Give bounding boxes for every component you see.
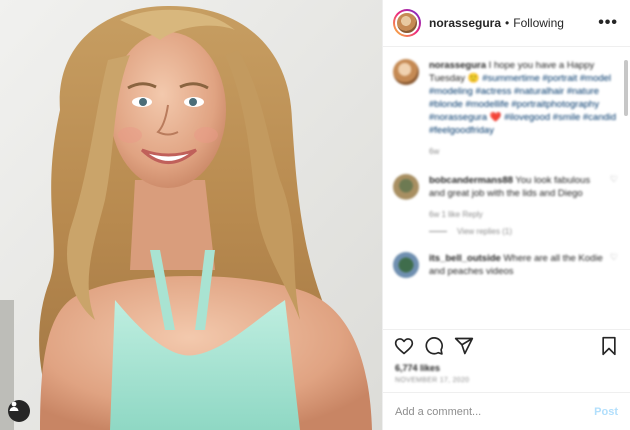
comment-item: its_bell_outside Where are all the Kodie… — [393, 252, 618, 278]
following-button[interactable]: Following — [513, 16, 564, 30]
author-username[interactable]: norassegura — [429, 16, 501, 30]
post-header: norassegura • Following ••• — [383, 0, 630, 47]
comment-item: bobcandermans88 You look fabulous and gr… — [393, 174, 618, 219]
caption-text: norassegura I hope you have a Happy Tues… — [429, 59, 618, 137]
comment-input[interactable] — [395, 405, 595, 418]
portrait-image — [0, 0, 382, 430]
user-tag-icon[interactable] — [8, 400, 30, 422]
comment-icon[interactable] — [423, 335, 445, 357]
commenter-avatar[interactable] — [393, 252, 419, 278]
commenter-username[interactable]: its_bell_outside — [429, 253, 501, 264]
comments-list: norassegura I hope you have a Happy Tues… — [383, 47, 630, 329]
comments-scrollbar[interactable] — [624, 60, 628, 116]
comment-meta: 6w 1 like Reply — [429, 210, 483, 219]
comment-like-heart-icon[interactable]: ♡ — [604, 174, 618, 219]
bookmark-icon[interactable] — [598, 335, 620, 357]
caption-time: 6w — [429, 147, 440, 156]
comment-text: bobcandermans88 You look fabulous and gr… — [429, 174, 604, 200]
replies-divider — [429, 231, 447, 232]
likes-count[interactable]: 6,774 likes — [383, 361, 630, 373]
view-replies-link[interactable]: View replies (1) — [429, 227, 618, 236]
post-date[interactable]: NOVEMBER 17, 2020 — [383, 373, 630, 392]
comment-text: its_bell_outside Where are all the Kodie… — [429, 252, 604, 278]
more-options-icon[interactable]: ••• — [598, 14, 618, 32]
caption-username[interactable]: norassegura — [429, 60, 486, 71]
commenter-username[interactable]: bobcandermans88 — [429, 175, 513, 186]
caption-comment: norassegura I hope you have a Happy Tues… — [393, 59, 618, 156]
post-photo[interactable] — [0, 0, 382, 430]
caption-avatar[interactable] — [393, 59, 419, 85]
add-comment-bar: Post — [383, 392, 630, 430]
action-bar — [383, 329, 630, 361]
post-comment-button[interactable]: Post — [594, 406, 618, 418]
header-separator: • — [505, 16, 510, 30]
author-avatar[interactable] — [393, 9, 421, 37]
comment-like-heart-icon[interactable]: ♡ — [604, 252, 618, 278]
send-icon[interactable] — [453, 335, 475, 357]
post-side-panel: norassegura • Following ••• norassegura … — [382, 0, 630, 430]
heart-icon[interactable] — [393, 335, 415, 357]
instagram-post: norassegura • Following ••• norassegura … — [0, 0, 630, 430]
commenter-avatar[interactable] — [393, 174, 419, 200]
view-replies-label: View replies (1) — [457, 227, 512, 236]
